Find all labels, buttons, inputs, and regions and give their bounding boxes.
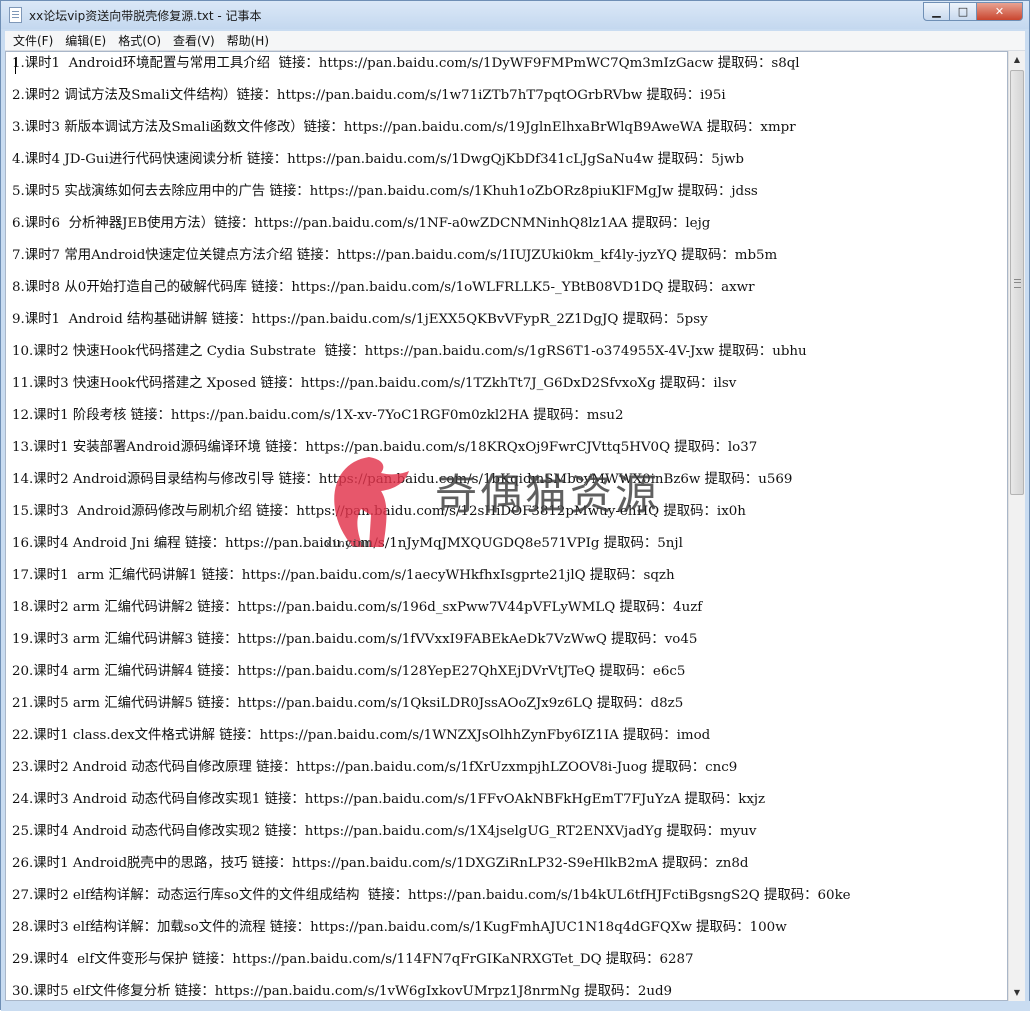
text-line[interactable]: 7.课时7 常用Android快速定位关键点方法介绍 链接：https://pa… [12,245,777,267]
text-line[interactable]: 22.课时1 class.dex文件格式讲解 链接：https://pan.ba… [12,725,710,747]
close-button[interactable]: ✕ [977,2,1023,21]
text-line[interactable]: 12.课时1 阶段考核 链接：https://pan.baidu.com/s/1… [12,405,624,427]
notepad-icon[interactable] [9,7,22,23]
text-line[interactable]: 21.课时5 arm 汇编代码讲解5 链接：https://pan.baidu.… [12,693,683,715]
window-title: xx论坛vip资送向带脱壳修复源.txt - 记事本 [29,9,262,23]
text-line[interactable]: 2.课时2 调试方法及Smali文件结构）链接：https://pan.baid… [12,85,726,107]
scroll-up-arrow[interactable]: ▲ [1009,51,1025,68]
text-line[interactable]: 23.课时2 Android 动态代码自修改原理 链接：https://pan.… [12,757,737,779]
text-line[interactable]: 4.课时4 JD-Gui进行代码快速阅读分析 链接：https://pan.ba… [12,149,744,171]
text-line[interactable]: 1.课时1 Android环境配置与常用工具介绍 链接：https://pan.… [12,53,800,75]
text-line[interactable]: 10.课时2 快速Hook代码搭建之 Cydia Substrate 链接：ht… [12,341,807,363]
grip-icon [1014,279,1021,288]
text-line[interactable]: 6.课时6 分析神器JEB使用方法）链接：https://pan.baidu.c… [12,213,710,235]
text-line[interactable]: 16.课时4 Android Jni 编程 链接：https://pan.bai… [12,533,683,555]
text-line[interactable]: 26.课时1 Android脱壳中的思路，技巧 链接：https://pan.b… [12,853,748,875]
menu-view[interactable]: 查看(V) [167,32,221,49]
text-line[interactable]: 18.课时2 arm 汇编代码讲解2 链接：https://pan.baidu.… [12,597,702,619]
notepad-window: xx论坛vip资送向带脱壳修复源.txt - 记事本 ▁ □ ✕ 文件(F) 编… [0,0,1030,1011]
minimize-button[interactable]: ▁ [923,2,950,21]
menu-file[interactable]: 文件(F) [5,32,59,49]
text-line[interactable]: 3.课时3 新版本调试方法及Smali函数文件修改）链接：https://pan… [12,117,796,139]
text-line[interactable]: 9.课时1 Android 结构基础讲解 链接：https://pan.baid… [12,309,708,331]
window-controls: ▁ □ ✕ [923,2,1023,22]
text-line[interactable]: 27.课时2 elf结构详解：动态运行库so文件的文件组成结构 链接：https… [12,885,851,907]
title-bar[interactable]: xx论坛vip资送向带脱壳修复源.txt - 记事本 ▁ □ ✕ [1,1,1029,29]
text-line[interactable]: 20.课时4 arm 汇编代码讲解4 链接：https://pan.baidu.… [12,661,685,683]
text-line[interactable]: 19.课时3 arm 汇编代码讲解3 链接：https://pan.baidu.… [12,629,697,651]
text-line[interactable]: 29.课时4 elf文件变形与保护 链接：https://pan.baidu.c… [12,949,694,971]
text-line[interactable]: 14.课时2 Android源码目录结构与修改引导 链接：https://pan… [12,469,792,491]
menu-help[interactable]: 帮助(H) [221,32,275,49]
menu-format[interactable]: 格式(O) [112,32,167,49]
menu-bar: 文件(F) 编辑(E) 格式(O) 查看(V) 帮助(H) [5,31,1025,51]
scroll-down-arrow[interactable]: ▼ [1009,984,1025,1001]
text-line[interactable]: 5.课时5 实战演练如何去去除应用中的广告 链接：https://pan.bai… [12,181,758,203]
vertical-scrollbar[interactable]: ▲ ▼ [1008,51,1025,1001]
scroll-thumb[interactable] [1010,70,1024,495]
text-line[interactable]: 17.课时1 arm 汇编代码讲解1 链接：https://pan.baidu.… [12,565,675,587]
text-line[interactable]: 11.课时3 快速Hook代码搭建之 Xposed 链接：https://pan… [12,373,736,395]
text-line[interactable]: 25.课时4 Android 动态代码自修改实现2 链接：https://pan… [12,821,756,843]
text-line[interactable]: 8.课时8 从0开始打造自己的破解代码库 链接：https://pan.baid… [12,277,755,299]
menu-edit[interactable]: 编辑(E) [59,32,112,49]
text-line[interactable]: 24.课时3 Android 动态代码自修改实现1 链接：https://pan… [12,789,765,811]
text-line[interactable]: 30.课时5 elf文件修复分析 链接：https://pan.baidu.co… [12,981,672,1000]
maximize-button[interactable]: □ [950,2,977,21]
text-line[interactable]: 15.课时3 Android源码修改与刷机介绍 链接：https://pan.b… [12,501,746,523]
text-line[interactable]: 13.课时1 安装部署Android源码编译环境 链接：https://pan.… [12,437,757,459]
text-line[interactable]: 28.课时3 elf结构详解：加载so文件的流程 链接：https://pan.… [12,917,787,939]
text-editor-area[interactable]: 1.课时1 Android环境配置与常用工具介绍 链接：https://pan.… [5,51,1008,1001]
